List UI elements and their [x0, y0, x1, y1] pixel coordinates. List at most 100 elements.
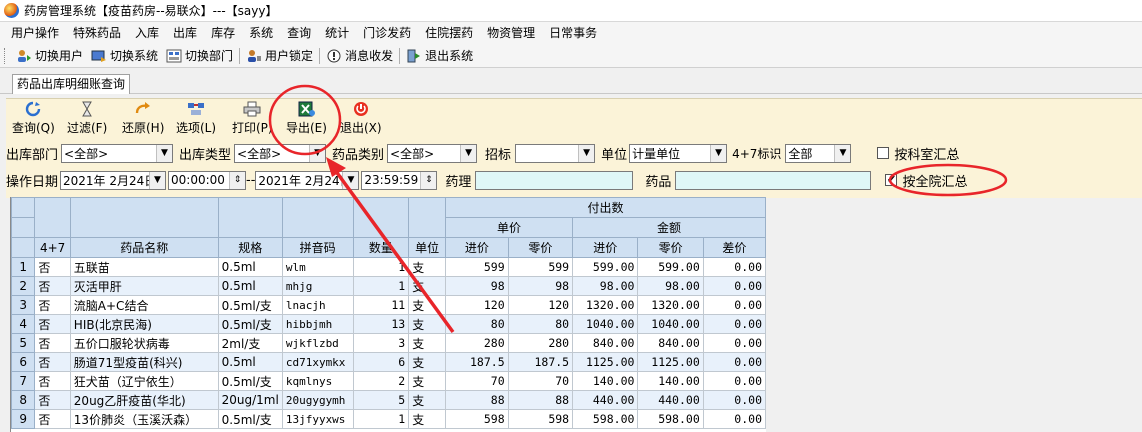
switch-user-button[interactable]: 切换用户 — [12, 45, 87, 67]
unit-select[interactable]: 计量单位 ▼ — [629, 143, 728, 163]
diff-cell: 0.00 — [702, 295, 766, 315]
col-header-unit[interactable]: 单位 — [408, 237, 447, 258]
table-row[interactable]: 5 否五价口服轮状病毒 2ml/支 wjkflzbd 3 支 280 280 840.00 840… — [11, 333, 766, 353]
col-header-sale-price[interactable]: 零价 — [507, 237, 574, 258]
date-range-dash: -- — [246, 172, 256, 188]
unit-cell: 支 — [408, 409, 447, 429]
menu-inpatient-dispense[interactable]: 住院摆药 — [418, 22, 480, 44]
in-amount-cell: 598.00 — [572, 409, 639, 429]
date-to-picker[interactable]: 2021年 2月24日 ▼ — [255, 170, 360, 190]
table-row[interactable]: 1 否五联苗 0.5ml wlm 1 支 599 599 599.00 599.00 0.00 — [11, 257, 766, 277]
user-lock-button[interactable]: 用户锁定 — [242, 45, 317, 67]
sale-price-cell: 98 — [507, 276, 574, 296]
table-row[interactable]: 3 否流脑A+C结合 0.5ml/支 lnacjh 11 支 120 120 1320.00 13… — [11, 295, 766, 315]
query-button[interactable]: 查询(Q) — [12, 101, 55, 137]
export-button[interactable]: 导出(E) — [286, 101, 327, 137]
col-header-qty[interactable]: 数量 — [352, 237, 410, 258]
col-header-in-price[interactable]: 进价 — [445, 237, 509, 258]
spec-cell: 0.5ml — [217, 257, 283, 277]
sale-amount-cell: 98.00 — [637, 276, 704, 296]
chevron-down-icon: ▼ — [460, 144, 477, 162]
query-panel: 查询(Q) 过滤(F) 还原(H) 选项(L) 打印(P) 导出(E) 退出(X… — [6, 98, 1142, 198]
dept-select[interactable]: <全部> ▼ — [61, 143, 174, 163]
excel-export-icon — [298, 101, 316, 117]
unit-label: 单位 — [601, 147, 628, 163]
in-price-cell: 599 — [445, 257, 509, 277]
menu-daily-affairs[interactable]: 日常事务 — [542, 22, 604, 44]
col-header-flag[interactable]: 4+7 — [34, 237, 71, 258]
print-button[interactable]: 打印(P) — [232, 101, 273, 137]
toolbar-separator — [319, 47, 321, 64]
date-from-picker[interactable]: 2021年 2月24日 ▼ — [60, 170, 167, 190]
by-hospital-checkbox[interactable]: ✔ 按全院汇总 — [885, 171, 967, 190]
pharmacist-input[interactable] — [475, 170, 634, 190]
col-header-diff[interactable]: 差价 — [702, 237, 766, 258]
menu-outpatient-dispense[interactable]: 门诊发药 — [356, 22, 418, 44]
table-row[interactable]: 2 否灭活甲肝 0.5ml mhjg 1 支 98 98 98.00 98.00 0.00 — [11, 276, 766, 296]
menu-user-ops[interactable]: 用户操作 — [4, 22, 66, 44]
in-price-cell: 598 — [445, 409, 509, 429]
sale-amount-cell: 440.00 — [637, 390, 704, 410]
blank-header — [281, 197, 354, 238]
pinyin-cell: wjkflzbd — [281, 333, 354, 353]
amount-header: 金额 — [572, 217, 766, 238]
time-to-spinner[interactable]: 23:59:59 ⇕ — [361, 170, 438, 190]
messages-button[interactable]: 消息收发 — [322, 45, 397, 67]
toolbar-separator — [399, 47, 401, 64]
menu-stock-out[interactable]: 出库 — [166, 22, 204, 44]
in-price-cell: 280 — [445, 333, 509, 353]
drug-name-cell: 13价肺炎（玉溪沃森） — [69, 409, 219, 429]
in-price-cell: 98 — [445, 276, 509, 296]
switch-department-button[interactable]: 切换部门 — [162, 45, 237, 67]
bid-select[interactable]: ▼ — [515, 143, 596, 163]
toolbar-grip[interactable] — [4, 47, 7, 64]
restore-button[interactable]: 还原(H) — [122, 101, 164, 137]
pinyin-cell: 13jfyyxws — [281, 409, 354, 429]
exit-system-button[interactable]: 退出系统 — [402, 45, 477, 67]
menu-statistics[interactable]: 统计 — [318, 22, 356, 44]
table-row[interactable]: 7 否狂犬苗（辽宁依生） 0.5ml/支 kqmlnys 2 支 70 70 140.00 140… — [11, 371, 766, 391]
quantity-cell: 11 — [352, 295, 410, 315]
type-select[interactable]: <全部> ▼ — [234, 143, 327, 163]
col-header-in-amount[interactable]: 进价 — [572, 237, 639, 258]
table-row[interactable]: 9 否 13价肺炎（玉溪沃森） 0.5ml/支 13jfyyxws 1 支 598 598 598… — [11, 409, 766, 429]
menu-supplies[interactable]: 物资管理 — [480, 22, 542, 44]
table-row[interactable]: 4 否 HIB(北京民海) 0.5ml/支 hibbjmh 13 支 80 80 1040.00 1… — [11, 314, 766, 334]
table-row[interactable]: 6 否肠道71型疫苗(科兴) 0.5ml cd71xymkx 6 支 187.5 187.5 1… — [11, 352, 766, 372]
menu-inventory[interactable]: 库存 — [204, 22, 242, 44]
options-button[interactable]: 选项(L) — [176, 101, 216, 137]
col-header-pinyin[interactable]: 拼音码 — [281, 237, 354, 258]
filter-button[interactable]: 过滤(F) — [67, 101, 107, 137]
title-bar: 药房管理系统【疫苗药房--易联众】---【sayy】 — [0, 0, 1142, 22]
tab-drug-outbound-detail[interactable]: 药品出库明细账查询 — [12, 74, 131, 94]
exit-button[interactable]: 退出(X) — [340, 101, 382, 137]
category-select[interactable]: <全部> ▼ — [387, 143, 478, 163]
col-header-name[interactable]: 药品名称 — [69, 237, 219, 258]
sale-amount-cell: 599.00 — [637, 257, 704, 277]
chevron-down-icon: ▼ — [342, 171, 359, 189]
menu-query[interactable]: 查询 — [280, 22, 318, 44]
time-from-spinner[interactable]: 00:00:00 ⇕ — [168, 170, 247, 190]
drug-input[interactable] — [675, 170, 872, 190]
row-index-cell: 2 — [11, 276, 36, 296]
flag-select[interactable]: 全部 ▼ — [785, 143, 852, 163]
sale-amount-cell: 840.00 — [637, 333, 704, 353]
switch-system-button[interactable]: 切换系统 — [87, 45, 162, 67]
table-row[interactable]: 8 否 20ug乙肝疫苗(华北) 20ug/1ml 20ugygymh 5 支 88 88 440… — [11, 390, 766, 410]
menu-system[interactable]: 系统 — [242, 22, 280, 44]
menu-special-drugs[interactable]: 特殊药品 — [66, 22, 128, 44]
menu-stock-in[interactable]: 入库 — [128, 22, 166, 44]
in-amount-cell: 98.00 — [572, 276, 639, 296]
drug-name-cell: 狂犬苗（辽宁依生） — [69, 371, 219, 391]
main-button-bar: 切换用户 切换系统 切换部门 用户锁定 消息收发 退出系统 — [0, 44, 1142, 68]
chevron-down-icon: ▼ — [309, 144, 326, 162]
in-price-cell: 187.5 — [445, 352, 509, 372]
col-header-spec[interactable]: 规格 — [217, 237, 283, 258]
flag-cell: 否 — [34, 276, 71, 296]
filter-row-1: 出库部门 <全部> ▼ 出库类型 <全部> ▼ 药品类别 <全部> ▼ 招标 ▼… — [6, 142, 1006, 164]
by-dept-checkbox[interactable]: 按科室汇总 — [877, 144, 959, 163]
header-row-columns: 4+7 药品名称 规格 拼音码 数量 单位 进价 零价 进价 零价 差价 — [11, 237, 766, 258]
blank-header — [217, 197, 283, 238]
in-amount-cell: 840.00 — [572, 333, 639, 353]
col-header-sale-amount[interactable]: 零价 — [637, 237, 704, 258]
